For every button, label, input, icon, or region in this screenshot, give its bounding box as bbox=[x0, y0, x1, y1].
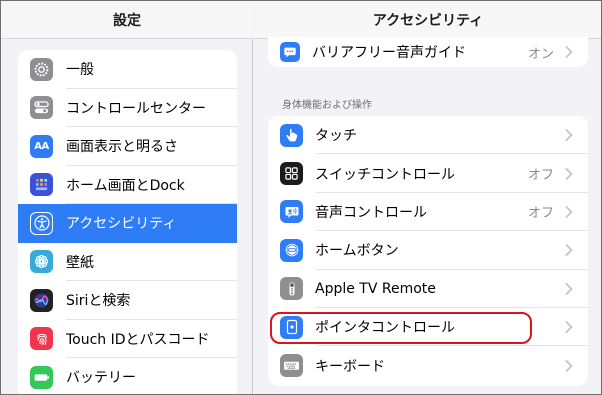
chevron-right-icon bbox=[562, 243, 576, 257]
sidebar-item-battery[interactable]: バッテリー bbox=[18, 358, 237, 394]
chevron-right-icon bbox=[562, 205, 576, 219]
row-value: オフ bbox=[527, 168, 554, 184]
sidebar-header: 設定 bbox=[1, 1, 253, 39]
settings-window: 設定 一般 コントロールセンター AA 画面表示と明るさ ホーム画面とDock … bbox=[0, 0, 602, 395]
chevron-right-icon bbox=[562, 45, 576, 59]
row-label: 音声コントロール bbox=[315, 204, 427, 221]
text-size-icon: AA bbox=[30, 134, 53, 158]
sidebar-item-wallpaper[interactable]: 壁紙 bbox=[18, 243, 237, 282]
row-label: タッチ bbox=[315, 128, 357, 145]
siri-icon bbox=[30, 288, 53, 312]
settings-group-physical-motor: タッチ スイッチコントロール オフ 音声コントロール オフ ホームボタン App… bbox=[268, 116, 588, 386]
sidebar-item-home-screen[interactable]: ホーム画面とDock bbox=[18, 166, 237, 205]
chevron-right-icon bbox=[562, 282, 576, 296]
sidebar-item-label: 一般 bbox=[66, 62, 94, 79]
remote-icon bbox=[280, 277, 303, 301]
sidebar-item-label: Siriと検索 bbox=[66, 293, 131, 310]
sidebar-list: 一般 コントロールセンター AA 画面表示と明るさ ホーム画面とDock アクセ… bbox=[18, 50, 237, 394]
chevron-right-icon bbox=[562, 167, 576, 181]
switch-grid-icon bbox=[280, 162, 303, 186]
row-voice-control[interactable]: 音声コントロール オフ bbox=[268, 193, 588, 232]
chevron-right-icon bbox=[562, 128, 576, 142]
keyboard-icon bbox=[280, 354, 303, 378]
sidebar-item-label: 壁紙 bbox=[66, 254, 94, 271]
sidebar: 設定 一般 コントロールセンター AA 画面表示と明るさ ホーム画面とDock … bbox=[1, 1, 253, 394]
sidebar-item-label: 画面表示と明るさ bbox=[66, 139, 178, 156]
section-header: 身体機能および操作 bbox=[282, 100, 372, 111]
sidebar-item-control-center[interactable]: コントロールセンター bbox=[18, 89, 237, 128]
row-apple-tv-remote[interactable]: Apple TV Remote bbox=[268, 270, 588, 309]
row-audio-description[interactable]: バリアフリー音声ガイド オン bbox=[268, 37, 588, 67]
home-button-icon bbox=[280, 238, 303, 262]
row-switch-control[interactable]: スイッチコントロール オフ bbox=[268, 154, 588, 194]
page-title: アクセシビリティ bbox=[372, 12, 484, 29]
row-home-button[interactable]: ホームボタン bbox=[268, 231, 588, 270]
settings-group-top: バリアフリー音声ガイド オン bbox=[268, 37, 588, 67]
chevron-right-icon bbox=[562, 359, 576, 373]
row-touch[interactable]: タッチ bbox=[268, 116, 588, 155]
sidebar-title: 設定 bbox=[113, 12, 141, 29]
speech-bubble-icon bbox=[280, 42, 300, 62]
main-header: アクセシビリティ bbox=[254, 1, 601, 39]
sidebar-item-label: バッテリー bbox=[66, 370, 136, 387]
sidebar-item-general[interactable]: 一般 bbox=[18, 50, 237, 89]
pointer-control-highlight-box bbox=[270, 312, 532, 344]
row-label: スイッチコントロール bbox=[315, 166, 455, 183]
row-label: Apple TV Remote bbox=[315, 280, 436, 297]
sidebar-item-display[interactable]: AA 画面表示と明るさ bbox=[18, 127, 237, 166]
hand-touch-icon bbox=[280, 123, 303, 147]
sidebar-item-label: ホーム画面とDock bbox=[66, 177, 185, 194]
battery-icon bbox=[30, 365, 53, 389]
home-grid-icon bbox=[30, 173, 53, 197]
row-value: オン bbox=[527, 46, 554, 62]
row-value: オフ bbox=[527, 206, 554, 222]
sidebar-item-touch-id[interactable]: Touch IDとパスコード bbox=[18, 320, 237, 359]
toggle-icon bbox=[30, 96, 53, 120]
gear-icon bbox=[30, 57, 53, 81]
fingerprint-icon bbox=[30, 327, 53, 351]
sidebar-item-siri[interactable]: Siriと検索 bbox=[18, 281, 237, 320]
chevron-right-icon bbox=[562, 320, 576, 334]
voice-control-icon bbox=[280, 200, 303, 224]
wallpaper-flower-icon bbox=[30, 250, 53, 274]
row-label: キーボード bbox=[315, 358, 385, 375]
sidebar-item-label: コントロールセンター bbox=[66, 100, 206, 117]
sidebar-item-accessibility[interactable]: アクセシビリティ bbox=[18, 204, 237, 243]
text-size-glyph: AA bbox=[34, 140, 49, 152]
accessibility-icon bbox=[30, 211, 53, 235]
row-keyboard[interactable]: キーボード bbox=[268, 346, 588, 384]
row-label: バリアフリー音声ガイド bbox=[312, 45, 466, 61]
row-label: ホームボタン bbox=[315, 243, 399, 260]
sidebar-item-label: Touch IDとパスコード bbox=[66, 331, 210, 348]
sidebar-item-label: アクセシビリティ bbox=[66, 216, 177, 233]
